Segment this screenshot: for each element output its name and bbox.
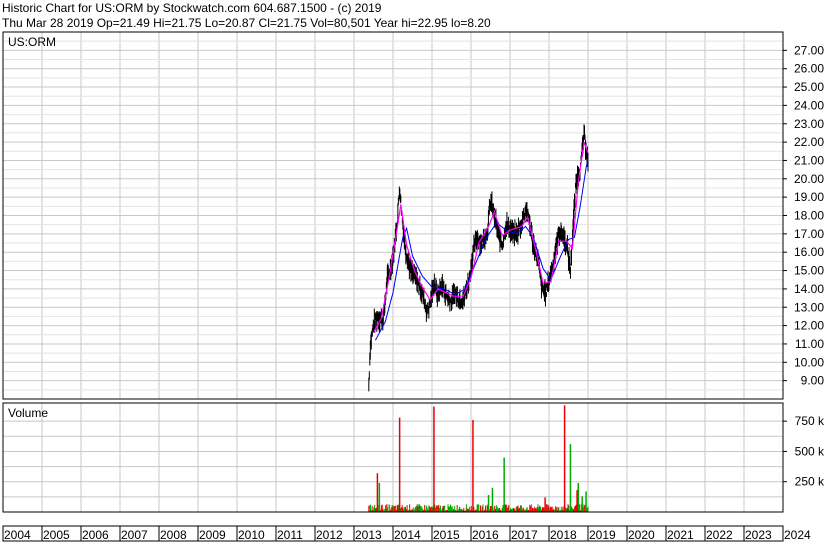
x-tick-label: 2007 bbox=[121, 528, 148, 542]
x-tick-label: 2006 bbox=[82, 528, 109, 542]
x-tick-label: 2020 bbox=[628, 528, 655, 542]
y-tick-label: 12.00 bbox=[794, 319, 824, 333]
x-tick-label: 2012 bbox=[316, 528, 343, 542]
x-tick-label: 2009 bbox=[199, 528, 226, 542]
x-tick-label: 2010 bbox=[238, 528, 265, 542]
y-tick-label: 27.00 bbox=[794, 43, 824, 57]
y-tick-label: 13.00 bbox=[794, 300, 824, 314]
y-tick-label: 26.00 bbox=[794, 62, 824, 76]
y-tick-label: 18.00 bbox=[794, 209, 824, 223]
y-tick-label: 16.00 bbox=[794, 245, 824, 259]
x-tick-label: 2014 bbox=[394, 528, 421, 542]
y-tick-label: 24.00 bbox=[794, 98, 824, 112]
x-tick-label: 2004 bbox=[4, 528, 31, 542]
x-tick-label: 2013 bbox=[355, 528, 382, 542]
volume-tick-label: 500 k bbox=[795, 444, 825, 458]
x-tick-label: 2019 bbox=[589, 528, 616, 542]
y-tick-label: 21.00 bbox=[794, 153, 824, 167]
volume-tick-label: 750 k bbox=[795, 414, 825, 428]
price-volume-chart: 2004 2005 2006 2007 2008 2009 2010 2011 2012 2013… bbox=[2, 31, 825, 542]
x-tick-label: 2016 bbox=[472, 528, 499, 542]
x-tick-label: 2023 bbox=[745, 528, 772, 542]
volume-title: Volume bbox=[8, 406, 48, 420]
y-tick-label: 23.00 bbox=[794, 117, 824, 131]
y-tick-label: 17.00 bbox=[794, 227, 824, 241]
y-tick-label: 25.00 bbox=[794, 80, 824, 94]
symbol-label: US:ORM bbox=[8, 35, 56, 49]
x-tick-label: 2024 bbox=[784, 528, 811, 542]
x-tick-label: 2017 bbox=[511, 528, 538, 542]
y-tick-label: 22.00 bbox=[794, 135, 824, 149]
y-tick-label: 20.00 bbox=[794, 172, 824, 186]
x-tick-label: 2018 bbox=[550, 528, 577, 542]
x-tick-label: 2022 bbox=[706, 528, 733, 542]
y-tick-label: 19.00 bbox=[794, 190, 824, 204]
y-tick-label: 14.00 bbox=[794, 282, 824, 296]
y-tick-label: 9.00 bbox=[801, 374, 825, 388]
volume-tick-label: 250 k bbox=[795, 475, 825, 489]
y-tick-label: 15.00 bbox=[794, 264, 824, 278]
x-tick-label: 2005 bbox=[43, 528, 70, 542]
x-tick-label: 2021 bbox=[667, 528, 694, 542]
x-tick-label: 2011 bbox=[277, 528, 303, 542]
x-tick-label: 2008 bbox=[160, 528, 187, 542]
chart-grid bbox=[2, 32, 787, 541]
x-tick-label: 2015 bbox=[433, 528, 460, 542]
y-tick-label: 11.00 bbox=[795, 337, 824, 351]
y-tick-label: 10.00 bbox=[794, 355, 824, 369]
